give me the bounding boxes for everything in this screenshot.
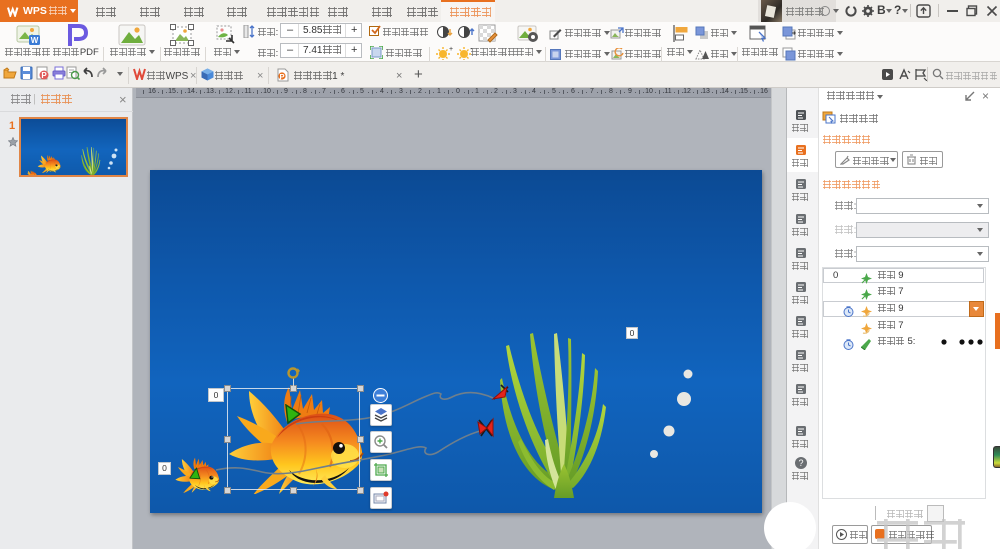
svg-text:P: P — [41, 71, 47, 80]
svg-text:P: P — [279, 72, 284, 81]
svg-text:+: + — [449, 46, 453, 53]
svg-text:W: W — [31, 36, 39, 45]
